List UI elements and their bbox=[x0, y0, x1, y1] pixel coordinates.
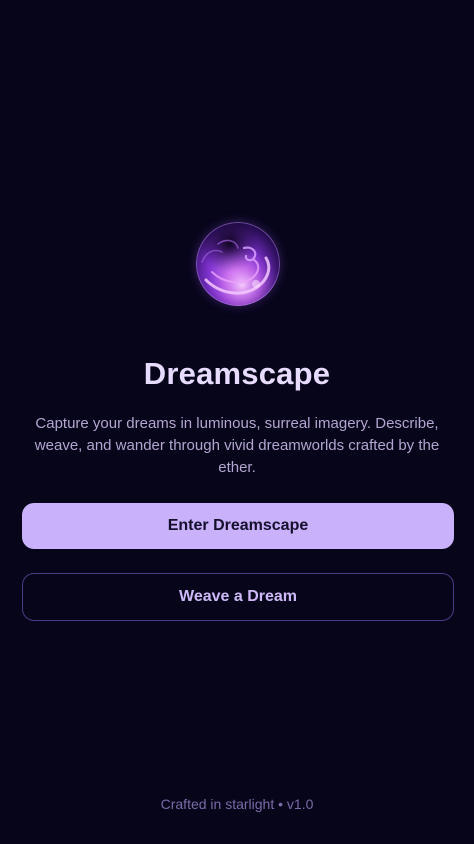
app-tagline: Capture your dreams in luminous, surreal… bbox=[34, 415, 440, 476]
welcome-screen: Dreamscape Capture your dreams in lumino… bbox=[0, 0, 474, 844]
dream-orb-icon bbox=[196, 222, 280, 306]
footer-credit: Crafted in starlight • v1.0 bbox=[160, 796, 314, 812]
weave-dream-button[interactable]: Weave a Dream bbox=[22, 573, 454, 621]
enter-dreamscape-button[interactable]: Enter Dreamscape bbox=[22, 503, 454, 549]
app-title: Dreamscape bbox=[143, 356, 331, 391]
